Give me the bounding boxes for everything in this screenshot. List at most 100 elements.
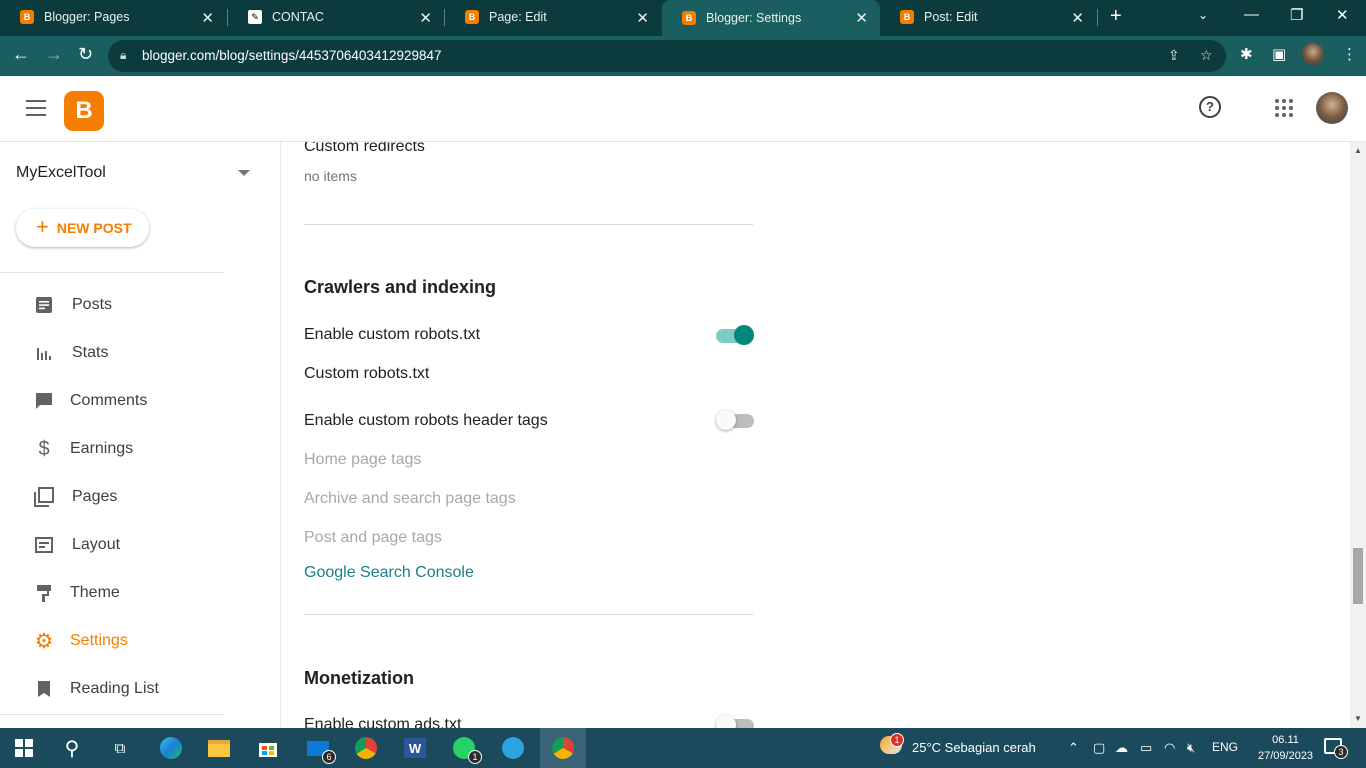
- volume-muted-icon[interactable]: 🔇︎: [1187, 740, 1195, 756]
- chrome-icon[interactable]: [352, 734, 380, 762]
- sidebar-item-settings[interactable]: ⚙ Settings: [0, 621, 260, 661]
- custom-redirects-value: no items: [304, 168, 357, 184]
- star-icon[interactable]: ☆: [1200, 47, 1213, 64]
- page-scrollbar[interactable]: ▲ ▼: [1350, 142, 1366, 728]
- tab-blogger-pages[interactable]: B Blogger: Pages ✕: [0, 0, 226, 34]
- close-icon[interactable]: ✕: [636, 9, 649, 27]
- new-post-button[interactable]: + NEW POST: [16, 209, 149, 247]
- restore-icon[interactable]: ❐: [1290, 6, 1303, 24]
- google-search-console-link[interactable]: Google Search Console: [304, 564, 474, 582]
- scrollbar-thumb[interactable]: [1353, 548, 1363, 604]
- crawlers-section-title: Crawlers and indexing: [304, 277, 497, 297]
- account-avatar[interactable]: [1316, 92, 1348, 124]
- chevron-down-icon[interactable]: [238, 170, 250, 176]
- tab-search-icon[interactable]: ⌄: [1198, 8, 1208, 22]
- custom-robots-txt-item[interactable]: Custom robots.txt: [304, 365, 429, 383]
- forward-icon[interactable]: →: [45, 44, 63, 65]
- scroll-down-icon[interactable]: ▼: [1354, 714, 1362, 723]
- window-close-icon[interactable]: ✕: [1336, 6, 1349, 24]
- share-icon[interactable]: ⇪: [1168, 47, 1180, 64]
- sidebar-item-comments[interactable]: Comments: [0, 381, 260, 421]
- toggle-knob: [716, 410, 736, 430]
- blogger-logo[interactable]: B: [64, 91, 104, 131]
- lock-icon[interactable]: 🔒︎: [120, 48, 126, 63]
- monetization-section-title: Monetization: [304, 668, 414, 688]
- enable-custom-ads-txt-label: Enable custom ads.txt: [304, 716, 462, 728]
- file-explorer-icon[interactable]: [205, 734, 233, 762]
- reload-icon[interactable]: ↻: [78, 44, 93, 65]
- chevron-up-icon[interactable]: ⌃: [1068, 740, 1079, 756]
- google-apps-icon[interactable]: [1275, 99, 1293, 117]
- edge-icon[interactable]: [157, 734, 185, 762]
- close-icon[interactable]: ✕: [1071, 9, 1084, 27]
- scroll-up-icon[interactable]: ▲: [1354, 146, 1362, 155]
- search-icon[interactable]: ⚲: [58, 734, 86, 762]
- extensions-icon[interactable]: ✱: [1240, 45, 1253, 63]
- new-tab-icon[interactable]: +: [1110, 5, 1122, 28]
- tab-post-edit[interactable]: B Post: Edit ✕: [880, 0, 1096, 34]
- sidebar-item-layout[interactable]: Layout: [0, 525, 260, 565]
- sidebar-item-stats[interactable]: Stats: [0, 333, 260, 373]
- enable-custom-ads-txt-toggle[interactable]: [716, 715, 754, 728]
- windows-taskbar: ⚲ ⧉ 6 W 1 1 25°C Sebagian cerah ⌃ ▢ ☁ ▭ …: [0, 728, 1366, 768]
- help-icon[interactable]: ?: [1199, 96, 1221, 118]
- sidebar-divider: [0, 272, 224, 273]
- close-icon[interactable]: ✕: [855, 9, 868, 27]
- word-icon[interactable]: W: [401, 734, 429, 762]
- enable-custom-robots-txt-toggle[interactable]: [716, 325, 754, 345]
- minimize-icon[interactable]: —: [1244, 6, 1259, 23]
- sidebar-item-reading-list[interactable]: Reading List: [0, 669, 260, 709]
- menu-icon[interactable]: ⋮: [1342, 45, 1357, 63]
- tab-page-edit[interactable]: B Page: Edit ✕: [445, 0, 661, 34]
- sidebar-item-label: Posts: [72, 296, 113, 313]
- sidebar-item-label: Comments: [70, 392, 148, 409]
- tab-title: CONTAC: [272, 10, 324, 24]
- sidebar-item-label: Stats: [72, 344, 109, 361]
- url-text[interactable]: blogger.com/blog/settings/44537064034129…: [142, 48, 442, 63]
- task-view-icon[interactable]: ⧉: [106, 734, 134, 762]
- weather-icon[interactable]: 1: [880, 733, 904, 757]
- plus-icon: +: [36, 214, 49, 239]
- enable-header-tags-label: Enable custom robots header tags: [304, 412, 548, 429]
- meet-icon[interactable]: ▢: [1093, 740, 1105, 756]
- pages-icon: [34, 487, 54, 507]
- telegram-icon[interactable]: [499, 734, 527, 762]
- blogger-header: B ?: [0, 76, 1366, 142]
- close-icon[interactable]: ✕: [201, 9, 214, 27]
- weather-text[interactable]: 25°C Sebagian cerah: [912, 740, 1036, 755]
- section-divider: [304, 614, 753, 615]
- sidebar-item-label: Settings: [70, 632, 128, 649]
- custom-redirects-label[interactable]: Custom redirects: [304, 142, 425, 156]
- sidebar-item-earnings[interactable]: $ Earnings: [0, 429, 260, 469]
- tab-blogger-settings[interactable]: B Blogger: Settings ✕: [662, 0, 880, 36]
- close-icon[interactable]: ✕: [419, 9, 432, 27]
- weather-badge: 1: [890, 733, 904, 747]
- battery-icon[interactable]: ▭: [1140, 740, 1152, 756]
- sidebar-item-posts[interactable]: Posts: [0, 285, 260, 325]
- enable-custom-robots-txt-label: Enable custom robots.txt: [304, 326, 481, 343]
- chrome-active-icon[interactable]: [540, 728, 586, 768]
- whatsapp-badge: 1: [468, 750, 482, 764]
- wifi-icon[interactable]: ◠: [1164, 740, 1175, 756]
- blog-selector[interactable]: MyExcelTool: [16, 164, 106, 182]
- onedrive-icon[interactable]: ☁: [1115, 740, 1128, 756]
- address-bar[interactable]: 🔒︎ blogger.com/blog/settings/44537064034…: [108, 40, 1226, 72]
- sidebar-item-theme[interactable]: Theme: [0, 573, 260, 613]
- sidebar-item-pages[interactable]: Pages: [0, 477, 260, 517]
- system-clock[interactable]: 06.11 27/09/2023: [1258, 732, 1313, 764]
- enable-header-tags-toggle[interactable]: [716, 410, 754, 430]
- language-indicator[interactable]: ENG: [1212, 740, 1238, 754]
- store-icon[interactable]: [254, 734, 282, 762]
- side-panel-icon[interactable]: ▣: [1272, 45, 1286, 63]
- tab-separator: [1097, 9, 1098, 26]
- whatsapp-icon[interactable]: 1: [450, 734, 482, 764]
- settings-content: Custom redirects no items Crawlers and i…: [281, 142, 1350, 728]
- profile-avatar[interactable]: [1302, 43, 1324, 65]
- notification-center-icon[interactable]: 3: [1324, 738, 1348, 759]
- sidebar-item-label: Reading List: [70, 680, 159, 697]
- mail-icon[interactable]: 6: [304, 734, 336, 764]
- windows-start-icon[interactable]: [10, 734, 38, 762]
- tab-contac[interactable]: ✎ CONTAC ✕: [228, 0, 444, 34]
- hamburger-menu-icon[interactable]: [26, 100, 46, 116]
- back-icon[interactable]: ←: [12, 44, 30, 65]
